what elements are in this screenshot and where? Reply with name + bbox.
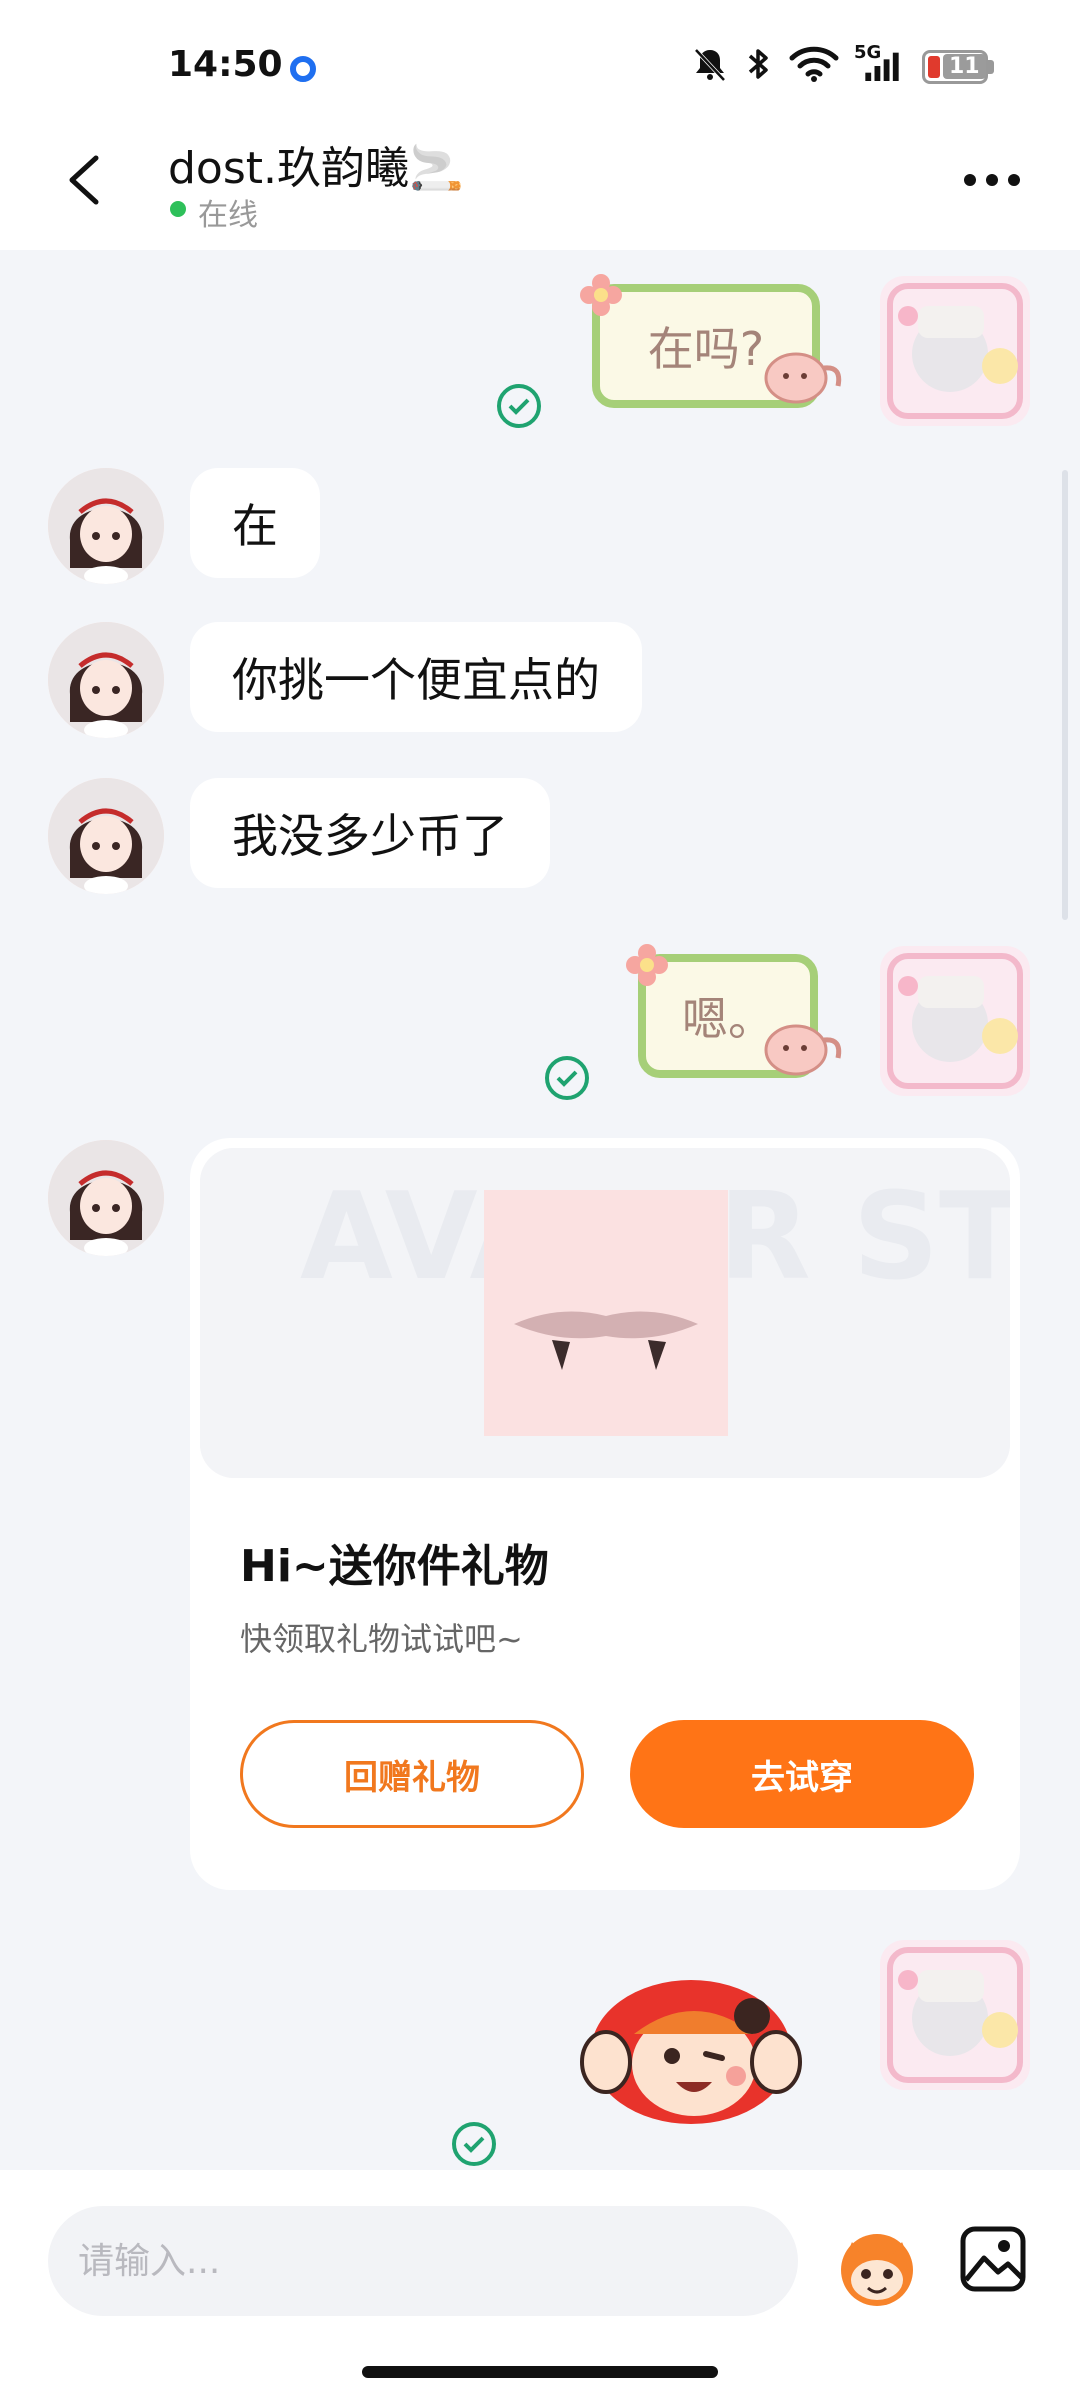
self-avatar[interactable] [880,276,1030,426]
gift-preview-image[interactable]: AVATAR STORE [200,1148,1010,1478]
online-status: 在线 [198,198,258,233]
chat-header [0,130,1080,250]
flower-decoration [580,274,622,316]
return-gift-button[interactable]: 回赠礼物 [240,1720,584,1828]
peer-avatar[interactable] [48,778,164,894]
battery-icon: 11 [922,50,988,84]
status-bar [0,0,1080,130]
home-indicator[interactable] [362,2366,718,2378]
sticker-message-text: 在吗? [647,322,765,376]
teapot-decoration [764,1024,842,1076]
more-dots-icon[interactable] [964,160,1028,200]
image-gallery-icon[interactable] [958,2224,1028,2294]
peer-avatar[interactable] [48,1140,164,1256]
wifi-icon [789,46,839,82]
message-bubble[interactable]: 在 [190,468,320,578]
gift-subtitle: 快领取礼物试试吧~ [240,1620,523,1658]
try-on-button[interactable]: 去试穿 [630,1720,974,1828]
message-bubble[interactable]: 你挑一个便宜点的 [190,622,642,732]
online-dot [170,201,186,217]
battery-level: 11 [943,54,986,79]
signal-icon [865,52,899,81]
message-input[interactable] [48,2206,798,2316]
flower-decoration [626,944,668,986]
peer-avatar[interactable] [48,468,164,584]
self-avatar[interactable] [880,1940,1030,2090]
message-text: 在 [232,499,278,553]
read-check-icon [497,384,541,428]
emoji-sticker-icon[interactable] [832,2222,922,2312]
status-time: 14:50 [168,44,283,85]
teapot-decoration [764,352,842,404]
read-check-icon [545,1056,589,1100]
gift-title: Hi~送你件礼物 [240,1541,549,1592]
scrollbar[interactable] [1062,470,1068,920]
message-bubble[interactable]: 我没多少币了 [190,778,550,888]
location-icon [290,56,316,82]
message-text: 我没多少币了 [232,809,508,863]
battery-cap [988,60,994,74]
cartoon-sticker[interactable] [576,1952,806,2132]
message-text: 你挑一个便宜点的 [232,653,600,707]
read-check-icon [452,2122,496,2166]
chat-title[interactable]: dost.玖韵曦🚬 [168,132,464,196]
chevron-left-icon[interactable] [56,150,116,210]
self-avatar[interactable] [880,946,1030,1096]
peer-avatar[interactable] [48,622,164,738]
mute-bell-icon [694,48,726,82]
bluetooth-icon [748,49,768,79]
